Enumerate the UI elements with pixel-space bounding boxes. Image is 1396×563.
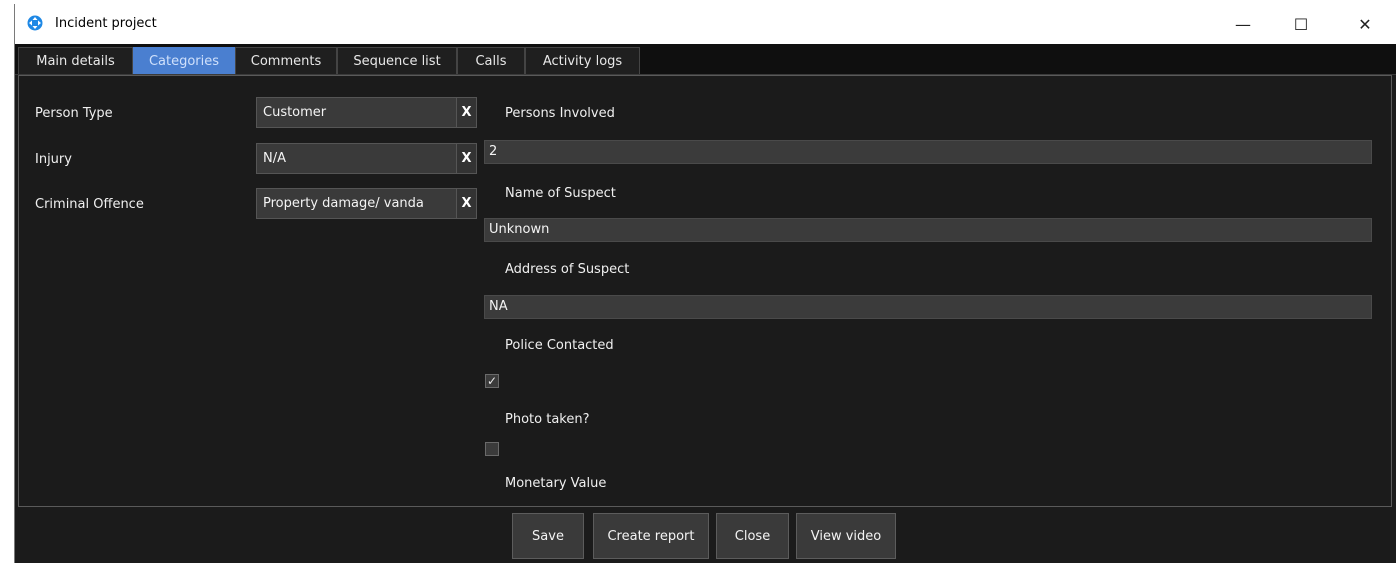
- criminal-offence-value: Property damage/ vanda: [263, 196, 424, 211]
- tab-activity-logs[interactable]: Activity logs: [525, 47, 640, 74]
- tab-sequence-list[interactable]: Sequence list: [337, 47, 457, 74]
- injury-select[interactable]: N/A: [256, 143, 474, 174]
- create-report-button[interactable]: Create report: [593, 513, 709, 559]
- title-bar: Incident project — ☐ ✕: [15, 4, 1396, 44]
- address-of-suspect-label: Address of Suspect: [505, 262, 630, 277]
- tab-bar: Main details Categories Comments Sequenc…: [15, 44, 1396, 75]
- police-contacted-label: Police Contacted: [505, 338, 614, 353]
- monetary-value-label: Monetary Value: [505, 476, 607, 491]
- close-button[interactable]: Close: [716, 513, 789, 559]
- tab-main-details[interactable]: Main details: [18, 47, 133, 74]
- address-of-suspect-field[interactable]: NA: [484, 295, 1372, 319]
- police-contacted-checkbox[interactable]: ✓: [485, 374, 499, 388]
- photo-taken-checkbox[interactable]: [485, 442, 499, 456]
- app-logo-icon: [27, 15, 43, 31]
- name-of-suspect-field[interactable]: Unknown: [484, 218, 1372, 242]
- incident-project-window: Incident project — ☐ ✕ Main details Cate…: [14, 4, 1396, 563]
- name-of-suspect-label: Name of Suspect: [505, 186, 616, 201]
- photo-taken-label: Photo taken?: [505, 412, 590, 427]
- injury-value: N/A: [263, 151, 286, 166]
- injury-label: Injury: [35, 152, 72, 167]
- criminal-offence-label: Criminal Offence: [35, 197, 144, 212]
- person-type-select[interactable]: Customer: [256, 97, 474, 128]
- criminal-offence-select[interactable]: Property damage/ vanda: [256, 188, 474, 219]
- person-type-label: Person Type: [35, 106, 113, 121]
- tab-calls[interactable]: Calls: [457, 47, 525, 74]
- categories-panel: Person Type Customer X Injury N/A X Crim…: [18, 75, 1392, 507]
- tab-comments[interactable]: Comments: [235, 47, 337, 74]
- window-title: Incident project: [55, 16, 157, 31]
- minimize-button[interactable]: —: [1221, 4, 1265, 44]
- clear-person-type-button[interactable]: X: [456, 97, 477, 128]
- clear-injury-button[interactable]: X: [456, 143, 477, 174]
- persons-involved-field[interactable]: 2: [484, 140, 1372, 164]
- close-window-button[interactable]: ✕: [1343, 4, 1387, 44]
- tab-categories[interactable]: Categories: [133, 47, 235, 74]
- view-video-button[interactable]: View video: [796, 513, 896, 559]
- save-button[interactable]: Save: [512, 513, 584, 559]
- clear-criminal-offence-button[interactable]: X: [456, 188, 477, 219]
- maximize-button[interactable]: ☐: [1279, 4, 1323, 44]
- persons-involved-label: Persons Involved: [505, 106, 615, 121]
- person-type-value: Customer: [263, 105, 327, 120]
